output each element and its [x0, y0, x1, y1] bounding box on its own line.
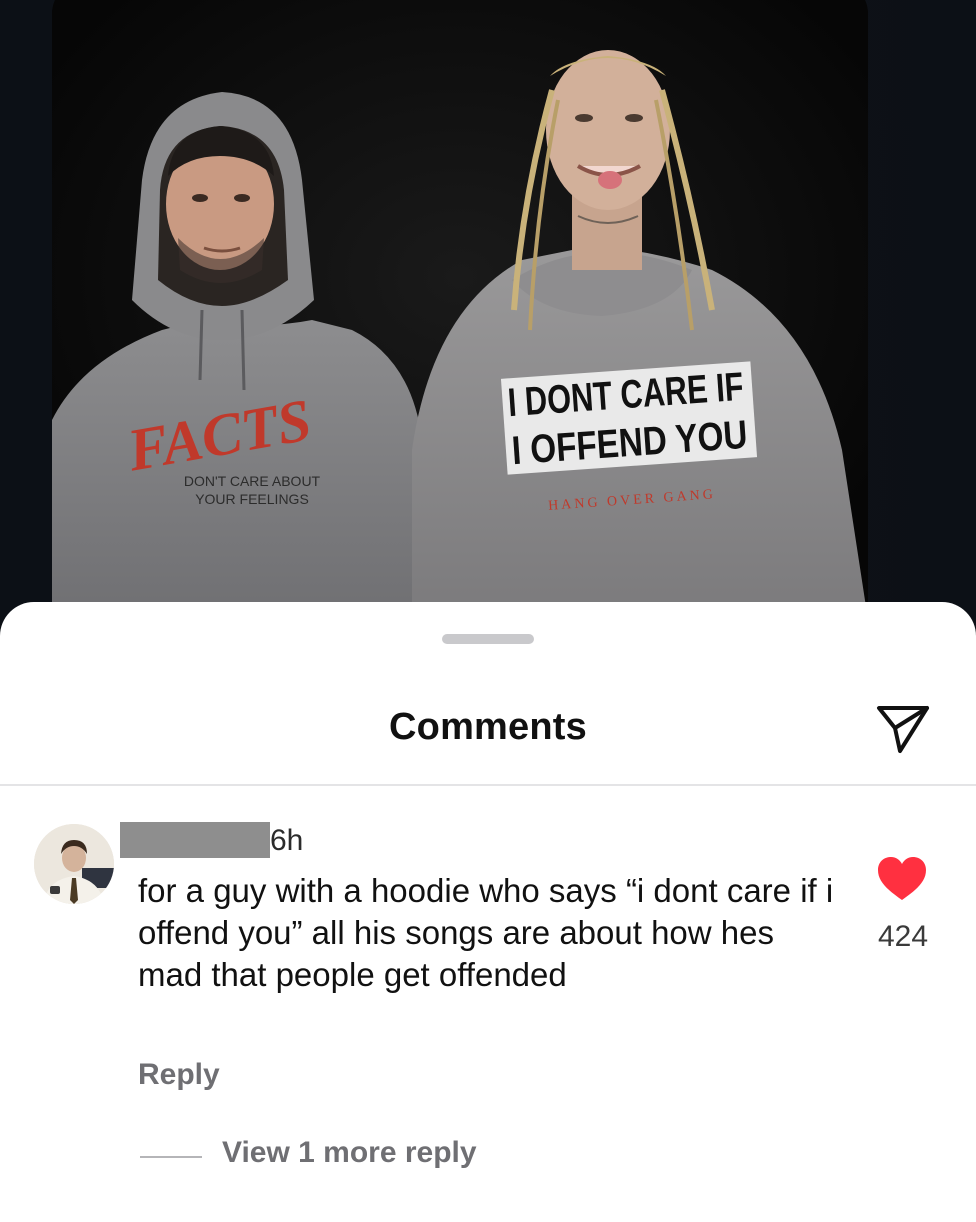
- heart-filled-icon: [878, 857, 926, 900]
- like-count: 424: [877, 920, 929, 953]
- comment-text: for a guy with a hoodie who says “i dont…: [138, 872, 834, 993]
- send-icon: [877, 706, 929, 753]
- view-more-replies-button[interactable]: View 1 more reply: [222, 1136, 477, 1170]
- post-photo[interactable]: FACTS DON'T CARE ABOUT YOUR FEELINGS I D…: [52, 0, 868, 640]
- avatar[interactable]: [34, 824, 114, 904]
- left-hoodie-line2: YOUR FEELINGS: [195, 491, 309, 507]
- sheet-grab-handle[interactable]: [442, 634, 534, 644]
- sheet-title: Comments: [389, 706, 587, 748]
- username-redacted[interactable]: [120, 822, 270, 858]
- photo-illustration: FACTS DON'T CARE ABOUT YOUR FEELINGS I D…: [52, 0, 868, 640]
- replies-thread-line: [140, 1156, 202, 1158]
- avatar-image: [34, 824, 114, 904]
- comments-sheet: Comments 6h for a guy with a hoodie who …: [0, 602, 976, 1222]
- left-hoodie-line1: DON'T CARE ABOUT: [184, 473, 321, 489]
- comment-timestamp: 6h: [270, 824, 304, 857]
- share-button[interactable]: [872, 698, 934, 760]
- header-divider: [0, 784, 976, 786]
- like-button[interactable]: [876, 856, 928, 902]
- reply-button[interactable]: Reply: [138, 1058, 220, 1092]
